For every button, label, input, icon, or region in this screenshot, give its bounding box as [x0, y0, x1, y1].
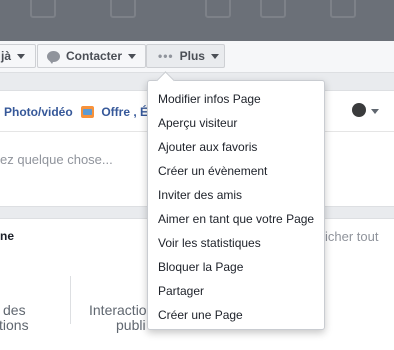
more-dropdown-menu: Modifier infos Page Aperçu visiteur Ajou…	[147, 71, 325, 330]
menu-item-visitor-preview[interactable]: Aperçu visiteur	[148, 111, 324, 135]
messenger-icon	[47, 50, 60, 64]
stat-label-left-line2: tions	[0, 317, 29, 333]
stat-label-left-line1: des	[3, 302, 26, 318]
cover-decoration	[110, 0, 136, 18]
stat-label-mid-line1: Interaction	[89, 302, 155, 318]
chevron-down-icon	[210, 53, 219, 59]
section-title: ne	[0, 229, 15, 243]
stat-label-left-2: tions	[0, 318, 29, 333]
menu-item-view-insights[interactable]: Voir les statistiques	[148, 231, 324, 255]
cover-decoration	[205, 0, 231, 18]
divider	[70, 276, 71, 324]
composer-input[interactable]: ez quelque chose...	[0, 152, 113, 167]
cover-decoration	[330, 0, 356, 18]
menu-item-create-page[interactable]: Créer une Page	[148, 303, 324, 327]
offer-tab-label: Offre , É	[101, 105, 149, 119]
menu-item-like-as-page[interactable]: Aimer en tant que votre Page	[148, 207, 324, 231]
contact-button[interactable]: Contacter	[37, 44, 146, 68]
stat-label-mid-line2: publi	[116, 317, 146, 333]
menu-item-share[interactable]: Partager	[148, 279, 324, 303]
see-all-link[interactable]: fficher tout	[318, 229, 378, 244]
offer-tab[interactable]: Offre , É	[81, 105, 148, 119]
stat-label-mid-2: publi	[116, 318, 146, 333]
chevron-down-icon	[128, 53, 137, 59]
menu-item-edit-page-info[interactable]: Modifier infos Page	[148, 87, 324, 111]
menu-item-invite-friends[interactable]: Inviter des amis	[148, 183, 324, 207]
more-dots-icon: •••	[158, 49, 174, 63]
chevron-down-icon	[17, 53, 26, 59]
chevron-down-icon[interactable]	[371, 109, 379, 114]
avatar[interactable]	[352, 103, 366, 117]
page-action-bar: jà Contacter ••• Plus	[0, 41, 394, 73]
menu-item-create-event[interactable]: Créer un évènement	[148, 159, 324, 183]
menu-item-block-page[interactable]: Bloquer la Page	[148, 255, 324, 279]
cover-decoration	[30, 0, 56, 18]
partial-button-label: jà	[1, 49, 12, 63]
more-button-label: Plus	[179, 49, 205, 63]
stat-label-left: des	[3, 303, 26, 318]
offer-icon	[81, 106, 94, 118]
partial-action-button[interactable]: jà	[0, 44, 36, 68]
contact-button-label: Contacter	[66, 49, 123, 63]
stat-label-mid: Interaction	[89, 303, 154, 318]
cover-decoration	[260, 0, 286, 18]
photo-video-tab-label: Photo/vidéo	[4, 105, 73, 119]
more-button[interactable]: ••• Plus	[146, 44, 225, 68]
menu-list: Modifier infos Page Aperçu visiteur Ajou…	[148, 81, 324, 327]
photo-video-tab[interactable]: Photo/vidéo	[4, 105, 73, 119]
menu-item-add-favorites[interactable]: Ajouter aux favoris	[148, 135, 324, 159]
cover-photo	[0, 0, 394, 41]
